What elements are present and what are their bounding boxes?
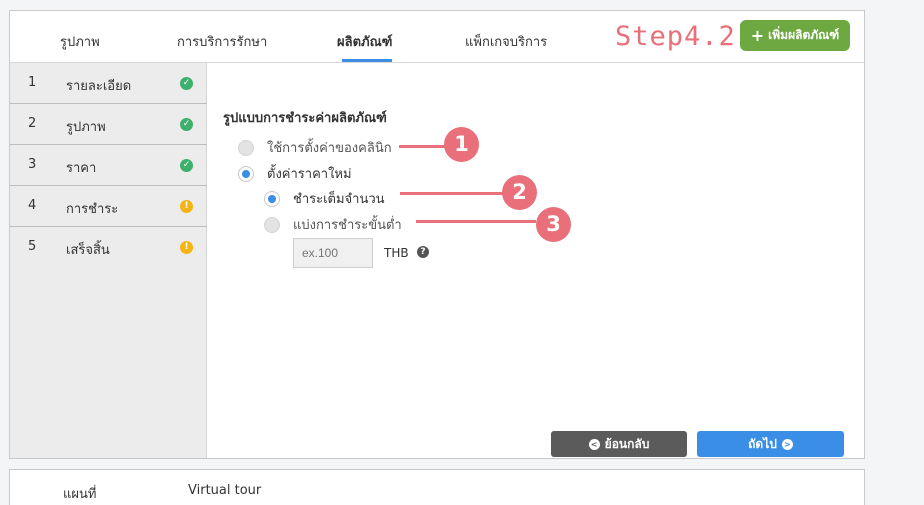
tab-photos[interactable]: รูปภาพ [60, 31, 100, 52]
tab-map[interactable]: แผนที่ [63, 483, 96, 504]
plus-icon: + [750, 25, 765, 45]
sidebar-item-label: ราคา [66, 161, 97, 176]
sidebar-item-details[interactable]: 1 รายละเอียด ✓ [10, 63, 207, 104]
annotation-line-3 [416, 220, 536, 223]
step-annotation-label: Step4.2 [615, 21, 736, 52]
next-button-label: ถัดไป [748, 436, 777, 451]
radio-label: ชำระเต็มจำนวน [293, 192, 385, 207]
sidebar-item-photos[interactable]: 2 รูปภาพ ✓ [10, 104, 207, 145]
radio-full-payment[interactable]: ชำระเต็มจำนวน [264, 188, 385, 209]
sidebar-item-label: รายละเอียด [66, 79, 132, 94]
radio-label: ใช้การตั้งค่าของคลินิก [267, 141, 392, 156]
check-circle-icon: ✓ [180, 118, 193, 131]
radio-min-payment[interactable]: แบ่งการชำระขั้นต่ำ [264, 214, 402, 235]
sidebar-item-label: รูปภาพ [66, 120, 106, 135]
warning-circle-icon: ! [180, 200, 193, 213]
product-settings-panel: รูปภาพ การบริการรักษา ผลิตภัณฑ์ แพ็กเกจบ… [9, 10, 865, 459]
step-number: 1 [28, 75, 37, 90]
back-button-label: ย้อนกลับ [604, 436, 650, 451]
chevron-right-circle-icon: > [781, 438, 793, 450]
sidebar-item-payment[interactable]: 4 การชำระ ! [10, 186, 207, 227]
sidebar-item-finish[interactable]: 5 เสร็จสิ้น ! [10, 227, 207, 268]
question-circle-icon[interactable]: ? [417, 246, 429, 258]
radio-label: แบ่งการชำระขั้นต่ำ [293, 218, 402, 233]
radio-label: ตั้งค่าราคาใหม่ [267, 167, 352, 182]
chevron-left-circle-icon: < [588, 438, 600, 450]
step-number: 5 [28, 239, 37, 254]
warning-circle-icon: ! [180, 241, 193, 254]
sidebar-item-price[interactable]: 3 ราคา ✓ [10, 145, 207, 186]
annotation-badge-3: 3 [536, 207, 571, 242]
tab-treatment-services[interactable]: การบริการรักษา [177, 31, 267, 52]
step-number: 3 [28, 157, 37, 172]
radio-button[interactable] [238, 139, 254, 156]
tab-service-packages[interactable]: แพ็กเกจบริการ [465, 31, 547, 52]
radio-new-price[interactable]: ตั้งค่าราคาใหม่ [238, 163, 352, 184]
tab-virtual-tour[interactable]: Virtual tour [188, 483, 261, 498]
section-title: รูปแบบการชำระค่าผลิตภัณฑ์ [223, 111, 387, 126]
annotation-line-2 [400, 192, 504, 195]
payment-settings-content: รูปแบบการชำระค่าผลิตภัณฑ์ ใช้การตั้งค่าข… [208, 63, 864, 458]
secondary-tab-panel: แผนที่ Virtual tour [9, 469, 865, 505]
radio-clinic-default[interactable]: ใช้การตั้งค่าของคลินิก [238, 137, 392, 158]
steps-sidebar: 1 รายละเอียด ✓ 2 รูปภาพ ✓ 3 ราคา ✓ 4 การ… [10, 63, 207, 458]
annotation-line-1 [399, 145, 449, 148]
add-product-button[interactable]: + เพิ่มผลิตภัณฑ์ [740, 20, 850, 51]
check-circle-icon: ✓ [180, 77, 193, 90]
tab-bar: รูปภาพ การบริการรักษา ผลิตภัณฑ์ แพ็กเกจบ… [10, 11, 864, 63]
annotation-badge-1: 1 [444, 127, 479, 162]
radio-button[interactable] [238, 165, 254, 182]
tab-products[interactable]: ผลิตภัณฑ์ [337, 31, 392, 52]
sidebar-item-label: การชำระ [66, 202, 119, 217]
sidebar-item-label: เสร็จสิ้น [66, 243, 110, 258]
active-tab-indicator [342, 59, 392, 62]
check-circle-icon: ✓ [180, 159, 193, 172]
back-button[interactable]: < ย้อนกลับ [551, 431, 687, 457]
annotation-badge-2: 2 [502, 175, 537, 210]
add-product-label: เพิ่มผลิตภัณฑ์ [768, 28, 840, 42]
currency-label: THB [384, 246, 409, 260]
radio-button[interactable] [264, 216, 280, 233]
step-number: 4 [28, 198, 37, 213]
radio-button[interactable] [264, 190, 280, 207]
step-number: 2 [28, 116, 37, 131]
next-button[interactable]: ถัดไป > [697, 431, 844, 457]
minimum-amount-input[interactable] [293, 238, 373, 268]
